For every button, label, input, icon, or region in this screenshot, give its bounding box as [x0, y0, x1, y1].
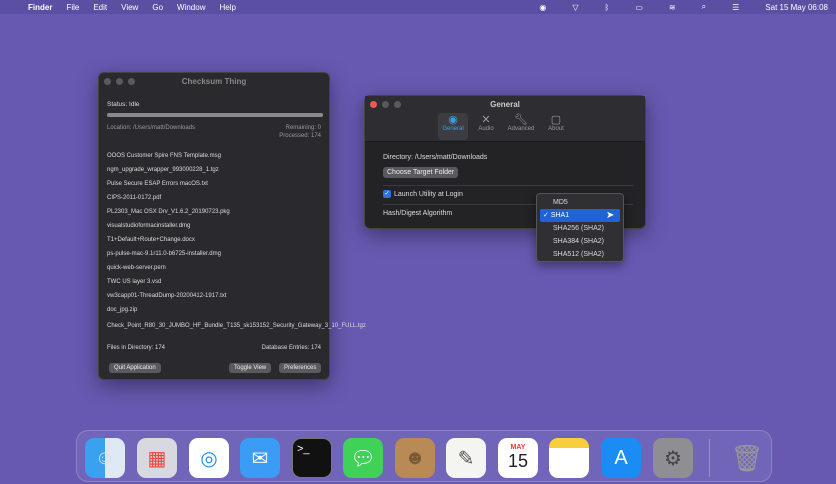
option-md5[interactable]: MD5: [540, 196, 620, 209]
menu-view[interactable]: View: [121, 3, 138, 12]
control-center-icon[interactable]: ☰: [732, 3, 739, 12]
tab-advanced[interactable]: 🔧︎ Advanced: [504, 113, 538, 132]
dock: ☺ ▦ ◎ ✉ >_ 💬︎ ☻ ✎ MAY 15 A ⚙ 🗑︎: [76, 430, 772, 482]
choose-target-folder-button[interactable]: Choose Target Folder: [383, 167, 459, 178]
mouse-cursor: ➤: [606, 210, 615, 221]
directory-text: Directory: /Users/matt/Downloads: [383, 154, 488, 161]
option-sha512[interactable]: SHA512 (SHA2): [540, 248, 620, 261]
dock-system-preferences-icon[interactable]: ⚙: [653, 438, 693, 478]
preferences-button[interactable]: Preferences: [279, 363, 322, 373]
option-sha384[interactable]: SHA384 (SHA2): [540, 235, 620, 248]
hash-algorithm-dropdown[interactable]: MD5 ✓ SHA1 SHA256 (SHA2) SHA384 (SHA2) S…: [536, 193, 624, 262]
wifi-icon[interactable]: ≋: [669, 3, 676, 12]
file-list-item[interactable]: Check_Point_R80_30_JUMBO_HF_Bundle_T135_…: [107, 321, 366, 332]
file-list-item[interactable]: CIPS-2011-0172.pdf: [107, 195, 325, 201]
file-list-item[interactable]: Pulse Secure ESAP Errors macOS.txt: [107, 181, 325, 187]
dock-app-store-icon[interactable]: A: [601, 438, 641, 478]
dock-finder-icon[interactable]: ☺: [85, 438, 125, 478]
quit-application-button[interactable]: Quit Application: [109, 363, 161, 373]
database-entries: Database Entries: 174: [261, 345, 321, 351]
remaining-text: Remaining: 0: [285, 125, 321, 131]
search-icon[interactable]: ⌕: [702, 2, 706, 12]
bluetooth-icon[interactable]: ᛒ: [605, 3, 610, 12]
menu-help[interactable]: Help: [219, 3, 235, 12]
tab-audio[interactable]: ✕ Audio: [473, 113, 499, 132]
file-list-item[interactable]: OOOS Customer Spire FNS Template.msg: [107, 153, 325, 159]
window-title: General: [490, 99, 520, 109]
tab-general[interactable]: ◉ General: [438, 113, 468, 140]
vpn-icon[interactable]: ▽: [572, 3, 578, 12]
file-list-item[interactable]: doc_jpg.zip: [107, 307, 325, 313]
progress-bar: [107, 113, 323, 117]
checksum-window: Checksum Thing Status: Idle Location: /U…: [98, 72, 366, 380]
wrench-icon: 🔧︎: [514, 114, 528, 126]
dock-messages-icon[interactable]: 💬︎: [343, 438, 383, 478]
dock-textedit-icon[interactable]: ✎: [446, 438, 486, 478]
toggle-view-button[interactable]: Toggle View: [229, 363, 272, 373]
menu-bar: Finder File Edit View Go Window Help ◉ ▽…: [0, 0, 836, 14]
files-in-directory: Files in Directory: 174: [107, 345, 166, 351]
launch-at-login-checkbox[interactable]: ✓: [383, 190, 391, 198]
menu-finder[interactable]: Finder: [28, 3, 52, 12]
battery-icon[interactable]: ▭: [635, 3, 643, 12]
menu-file[interactable]: File: [66, 3, 79, 12]
file-list-item[interactable]: ps-pulse-mac-9.1r11.0-b6725-installer.dm…: [107, 251, 325, 257]
file-list-item[interactable]: ngm_upgrade_wrapper_993000228_1.tgz: [107, 167, 325, 173]
tab-about[interactable]: ▢ About: [543, 113, 569, 132]
menu-go[interactable]: Go: [152, 3, 163, 12]
dock-terminal-icon[interactable]: >_: [292, 438, 332, 478]
menu-window[interactable]: Window: [177, 3, 205, 12]
processed-text: Processed: 174: [279, 133, 321, 139]
dock-trash-icon[interactable]: 🗑︎: [727, 438, 767, 478]
status-text: Status: Idle: [107, 101, 140, 108]
dock-notes-icon[interactable]: [549, 438, 589, 478]
file-list-item[interactable]: PL2303_Mac OSX Drv_V1.6.2_20190723.pkg: [107, 209, 325, 215]
dock-safari-icon[interactable]: ◎: [189, 438, 229, 478]
dock-contacts-icon[interactable]: ☻: [395, 438, 435, 478]
dock-calendar-icon[interactable]: MAY 15: [498, 438, 538, 478]
dock-mail-icon[interactable]: ✉: [240, 438, 280, 478]
about-icon: ▢: [550, 114, 562, 126]
file-list-item[interactable]: vw3capp01-ThreadDump-20200412-1917.txt: [107, 293, 325, 299]
file-list-item[interactable]: T1+Default+Route+Change.docx: [107, 237, 325, 243]
option-sha256[interactable]: SHA256 (SHA2): [540, 222, 620, 235]
calendar-day: 15: [507, 451, 529, 471]
status-icon[interactable]: ◉: [539, 3, 546, 12]
general-icon: ◉: [448, 114, 458, 126]
file-list-item[interactable]: TWC US layer 3.vsd: [107, 279, 325, 285]
calendar-month: MAY: [510, 444, 526, 451]
launch-at-login-label: Launch Utility at Login: [394, 190, 463, 198]
menu-edit[interactable]: Edit: [93, 3, 107, 12]
dock-launchpad-icon[interactable]: ▦: [137, 438, 177, 478]
file-list-item[interactable]: visualstudioformacinstaller.dmg: [107, 223, 325, 229]
hash-algorithm-label: Hash/Digest Algorithm: [383, 210, 453, 217]
window-title: Checksum Thing: [181, 76, 247, 86]
file-list-item[interactable]: quick-web-server.pem: [107, 265, 325, 271]
clock[interactable]: Sat 15 May 06:08: [765, 3, 828, 12]
location-text: Location: /Users/matt/Downloads: [107, 125, 196, 131]
dock-divider: [709, 439, 710, 477]
audio-icon: ✕: [481, 114, 491, 126]
